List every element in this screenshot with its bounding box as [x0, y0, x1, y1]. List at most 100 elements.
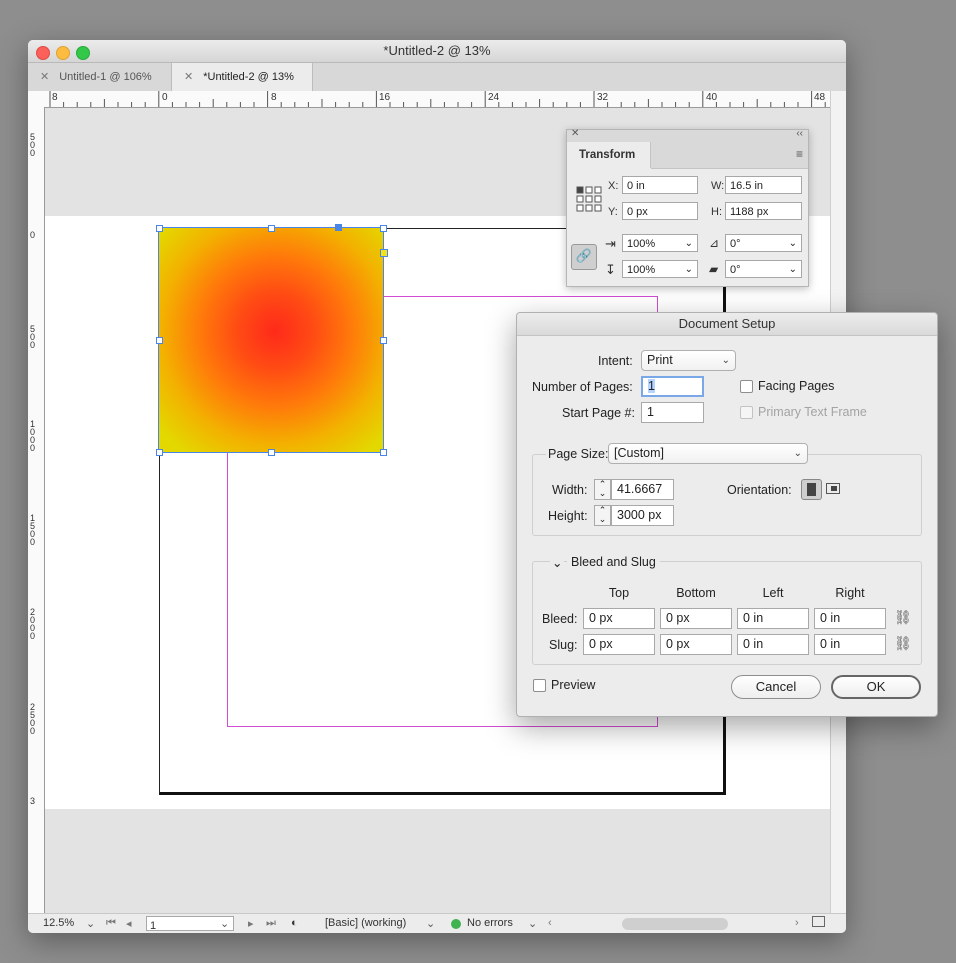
first-page-icon[interactable]: ⏮ — [106, 917, 116, 930]
page-dropdown-icon[interactable]: ⌄ — [220, 917, 229, 930]
shear-field[interactable]: 0° ⌄ — [725, 260, 802, 278]
bleed-bottom-field[interactable]: 0 px — [660, 608, 732, 629]
dropdown-icon[interactable]: ⌄ — [685, 235, 693, 253]
ruler-label: 16 — [379, 92, 391, 103]
preview-label: Preview — [551, 678, 596, 692]
panel-menu-icon[interactable]: ≡ — [796, 147, 803, 161]
constrain-proportions-icon[interactable]: 🔗 — [571, 244, 597, 270]
dropdown-icon[interactable]: ⌄ — [685, 261, 693, 279]
ok-button[interactable]: OK — [831, 675, 921, 699]
slug-label: Slug: — [549, 638, 578, 652]
scroll-left-icon[interactable]: ‹ — [548, 917, 552, 929]
scale-y-value: 100% — [627, 264, 656, 276]
window-title: *Untitled-2 @ 13% — [383, 43, 491, 58]
dialog-title: Document Setup — [517, 313, 937, 336]
intent-select[interactable]: Print ⌄ — [641, 350, 736, 371]
scale-y-icon: ↧ — [605, 262, 616, 277]
y-field[interactable]: 0 px — [622, 202, 698, 220]
corner-options-handle[interactable] — [380, 249, 388, 257]
x-label: X: — [608, 180, 619, 192]
tab-untitled-2[interactable]: ✕ *Untitled-2 @ 13% — [171, 63, 313, 91]
dropdown-icon[interactable]: ⌄ — [789, 235, 797, 253]
start-page-field[interactable]: 1 — [641, 402, 704, 423]
w-label: W: — [711, 180, 725, 192]
height-field[interactable]: 3000 px — [611, 505, 674, 526]
bleed-slug-title[interactable]: Bleed and Slug — [567, 555, 660, 569]
slug-link-icon[interactable]: ⛓ — [894, 635, 912, 652]
portrait-orientation-button[interactable] — [801, 479, 822, 500]
panel-tab-transform[interactable]: Transform — [567, 142, 651, 168]
preflight-status[interactable]: No errors — [467, 917, 513, 929]
split-layout-icon[interactable] — [812, 916, 825, 927]
width-field[interactable]: 16.5 in — [725, 176, 802, 194]
preflight-profile[interactable]: [Basic] (working) — [325, 917, 406, 929]
selection-handle[interactable] — [268, 449, 275, 456]
selection-handle[interactable] — [380, 337, 387, 344]
ruler-label: 1000 — [30, 419, 36, 453]
facing-pages-checkbox[interactable] — [740, 380, 753, 393]
page-size-select[interactable]: [Custom] ⌄ — [608, 443, 808, 464]
zoom-dropdown-icon[interactable]: ⌄ — [86, 917, 95, 930]
previous-page-icon[interactable]: ◂ — [126, 917, 132, 930]
close-tab-icon[interactable]: ✕ — [40, 71, 49, 83]
zoom-level[interactable]: 12.5% — [43, 917, 74, 929]
reference-point-icon[interactable] — [576, 186, 602, 212]
intent-value: Print — [647, 353, 673, 367]
landscape-icon — [831, 486, 837, 491]
rotate-field[interactable]: 0° ⌄ — [725, 234, 802, 252]
start-page-label: Start Page #: — [562, 406, 635, 420]
preflight-profile-icon[interactable]: ◐ — [291, 917, 298, 929]
last-page-icon[interactable]: ⏭ — [266, 917, 276, 930]
slug-top-field[interactable]: 0 px — [583, 634, 655, 655]
width-label: Width: — [552, 483, 588, 497]
close-tab-icon[interactable]: ✕ — [184, 71, 193, 83]
gradient-rectangle[interactable] — [158, 227, 384, 453]
column-top: Top — [608, 586, 630, 600]
selection-handle[interactable] — [380, 449, 387, 456]
slug-right-field[interactable]: 0 in — [814, 634, 886, 655]
facing-pages-label: Facing Pages — [758, 379, 835, 393]
rotate-value: 0° — [730, 238, 741, 250]
close-panel-icon[interactable]: ✕ — [571, 128, 579, 139]
next-page-icon[interactable]: ▸ — [248, 917, 254, 930]
selection-handle[interactable] — [156, 225, 163, 232]
ruler-origin[interactable] — [28, 91, 45, 108]
scale-y-field[interactable]: 100% ⌄ — [622, 260, 698, 278]
bleed-link-icon[interactable]: ⛓ — [894, 609, 912, 626]
primary-text-frame-checkbox[interactable] — [740, 406, 753, 419]
collapse-panel-icon[interactable]: ‹‹ — [796, 128, 803, 139]
selection-handle[interactable] — [380, 225, 387, 232]
bleed-left-field[interactable]: 0 in — [737, 608, 809, 629]
pages-field[interactable]: 1 — [641, 376, 704, 397]
zoom-window-button[interactable] — [76, 46, 90, 60]
landscape-orientation-button[interactable] — [826, 483, 840, 494]
scroll-right-icon[interactable]: › — [795, 917, 799, 929]
chevron-down-icon[interactable]: ⌄ — [550, 555, 565, 570]
slug-bottom-field[interactable]: 0 px — [660, 634, 732, 655]
minimize-window-button[interactable] — [56, 46, 70, 60]
horizontal-scroll-thumb[interactable] — [622, 918, 728, 930]
preview-checkbox[interactable] — [533, 679, 546, 692]
close-window-button[interactable] — [36, 46, 50, 60]
height-stepper-icon[interactable]: ⌃ ⌄ — [594, 505, 611, 526]
content-grabber[interactable] — [335, 224, 342, 231]
scale-x-field[interactable]: 100% ⌄ — [622, 234, 698, 252]
h-label: H: — [711, 206, 722, 218]
width-field[interactable]: 41.6667 — [611, 479, 674, 500]
dropdown-icon[interactable]: ⌄ — [789, 261, 797, 279]
x-field[interactable]: 0 in — [622, 176, 698, 194]
profile-dropdown-icon[interactable]: ⌄ — [426, 917, 435, 930]
bleed-top-field[interactable]: 0 px — [583, 608, 655, 629]
cancel-button[interactable]: Cancel — [731, 675, 821, 699]
height-field[interactable]: 1188 px — [725, 202, 802, 220]
preflight-dropdown-icon[interactable]: ⌄ — [528, 917, 537, 930]
selection-handle[interactable] — [156, 449, 163, 456]
width-stepper-icon[interactable]: ⌃ ⌄ — [594, 479, 611, 500]
selection-handle[interactable] — [156, 337, 163, 344]
selection-handle[interactable] — [268, 225, 275, 232]
slug-left-field[interactable]: 0 in — [737, 634, 809, 655]
horizontal-ruler[interactable]: 8 0 8 16 24 32 40 48 — [44, 91, 830, 108]
tab-untitled-1[interactable]: ✕ Untitled-1 @ 106% — [28, 63, 170, 91]
bleed-right-field[interactable]: 0 in — [814, 608, 886, 629]
vertical-ruler[interactable]: 500 0 500 1000 1500 2000 2500 3 — [28, 107, 45, 913]
